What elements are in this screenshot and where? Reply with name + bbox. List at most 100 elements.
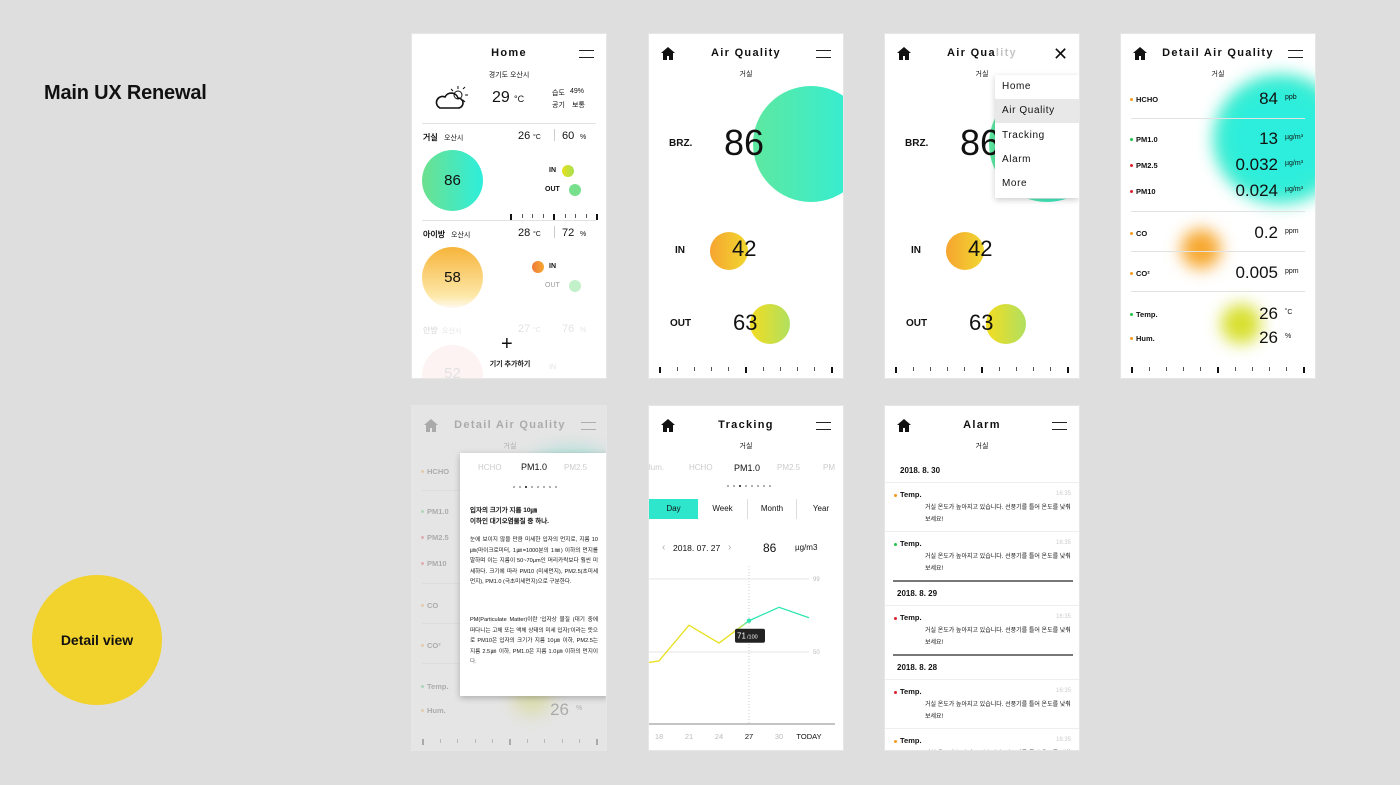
metric-tab[interactable]: PM1.0: [734, 463, 760, 473]
pager-dot[interactable]: [531, 486, 533, 488]
period-tab-week[interactable]: Week: [698, 499, 747, 519]
period-tab-day[interactable]: Day: [649, 499, 698, 519]
pager-dot[interactable]: [733, 485, 735, 487]
hamburger-menu-icon[interactable]: [1052, 422, 1067, 430]
detail-row-pm10[interactable]: PM1.0 13 µg/m³: [1121, 129, 1315, 149]
metric-tab[interactable]: HCHO: [689, 463, 713, 472]
tick-mark: [1286, 367, 1287, 371]
group-divider: [893, 654, 1073, 656]
hamburger-menu-icon[interactable]: [816, 422, 831, 430]
alarm-date: 2018. 8. 29: [897, 589, 938, 598]
popup-tab[interactable]: HCHO: [478, 463, 502, 472]
alarm-item[interactable]: Temp. 16:35 거실 온도가 높아지고 있습니다. 선풍기를 틀어 온도를 …: [885, 531, 1079, 580]
prev-date-icon[interactable]: ‹: [662, 542, 665, 553]
next-date-icon[interactable]: ›: [728, 542, 731, 553]
popup-tab[interactable]: PM2.5: [564, 463, 587, 472]
pager-dot[interactable]: [543, 486, 545, 488]
status-dot: [894, 617, 897, 620]
pager-dot[interactable]: [739, 485, 741, 487]
pager-dot[interactable]: [745, 485, 747, 487]
close-icon[interactable]: ✕: [1053, 45, 1068, 63]
alarm-list: 2018. 8. 30 Temp. 16:35 거실 온도가 높아지고 있습니다. 선…: [885, 458, 1079, 750]
out-label: OUT: [545, 186, 560, 193]
detail-row-co[interactable]: CO² 0.005 ppm: [1121, 263, 1315, 283]
pager-dot[interactable]: [763, 485, 765, 487]
alarm-item[interactable]: Temp. 16:35 거실 온도가 높아지고 있습니다. 선풍기를 틀어 온도를 …: [885, 605, 1079, 654]
divider: [1131, 118, 1305, 119]
metric-tab[interactable]: PM: [823, 463, 835, 472]
metric-tab[interactable]: Hum.: [649, 463, 664, 472]
popup-paragraph: PM(Particulate Matter)이란 '입자상 물질 (대기 중에 …: [470, 617, 598, 665]
timeline-ticks: [1131, 367, 1305, 373]
pager-dot[interactable]: [727, 485, 729, 487]
hamburger-menu-icon[interactable]: [1288, 50, 1303, 58]
tick-mark: [1067, 367, 1069, 373]
hamburger-menu-icon[interactable]: [816, 50, 831, 58]
tracking-screen: Tracking 거실 Hum. HCHO PM1.0 PM2.5 PM DayWeek…: [648, 405, 844, 751]
out-label: OUT: [545, 282, 560, 289]
in-label: IN: [911, 245, 921, 256]
alarm-item[interactable]: Temp. 16:35 거실 온도가 높아지고 있습니다. 선풍기를 틀어 온도를 …: [885, 482, 1079, 531]
tick-mark: [564, 214, 566, 218]
pager-dots[interactable]: [513, 486, 557, 488]
divider: [1131, 291, 1305, 292]
detail-row-pm10[interactable]: PM10 0.024 µg/m³: [1121, 181, 1315, 201]
row-unit: µg/m³: [1285, 186, 1304, 193]
detail-row-hum[interactable]: Hum. 26%: [1121, 328, 1315, 348]
alarm-date: 2018. 8. 30: [900, 466, 941, 475]
x-tick-label: 18: [655, 732, 663, 741]
pager-dot[interactable]: [769, 485, 771, 487]
info-popup: HCHO PM1.0 PM2.5 입자의 크기가 지름 10㎛ 이하인 대기오염물…: [460, 453, 606, 696]
period-tab-year[interactable]: Year: [796, 499, 843, 519]
menu-item-air-quality[interactable]: Air Quality: [995, 99, 1079, 124]
pager-dot[interactable]: [525, 486, 527, 488]
pager-dot[interactable]: [537, 486, 539, 488]
alarm-item[interactable]: Temp. 16:35 거실 온도가 높아지고 있습니다. 선풍기를 틀어 온도를 …: [885, 679, 1079, 728]
detail-row-co[interactable]: CO 0.2 ppm: [1121, 223, 1315, 243]
add-device-button[interactable]: + 기기 추가하기: [412, 334, 606, 374]
menu-item-tracking[interactable]: Tracking: [995, 124, 1079, 148]
status-dot: [894, 494, 897, 497]
menu-item-more[interactable]: More: [995, 172, 1079, 196]
temp-unit: °C: [533, 134, 541, 141]
pager-dot[interactable]: [519, 486, 521, 488]
pager-dot[interactable]: [513, 486, 515, 488]
group-divider: [893, 580, 1073, 582]
detail-screen: Detail Air Quality 거실 HCHO 84 ppb PM1.0 13 µg/m…: [1120, 33, 1316, 379]
metric-tab[interactable]: PM2.5: [777, 463, 800, 472]
pager-dot[interactable]: [757, 485, 759, 487]
row-label: CO²: [1136, 269, 1150, 278]
popup-paragraph: 눈에 보이지 않을 만큼 미세한 입자의 먼지로, 지름 10㎛(마이크로미터,…: [470, 537, 598, 585]
tick-mark: [532, 214, 533, 218]
menu-item-alarm[interactable]: Alarm: [995, 148, 1079, 172]
room-card-kids[interactable]: 아이방 오산시 28 °C 72 % 58 IN OUT: [412, 221, 606, 317]
detail-row-pm25[interactable]: PM2.5 0.032 µg/m³: [1121, 155, 1315, 175]
temp-unit: °C: [533, 231, 541, 238]
detail-row-hcho[interactable]: HCHO 84 ppb: [1121, 89, 1315, 109]
out-indicator: [569, 280, 581, 292]
divider: [554, 129, 555, 141]
pager-dots[interactable]: [727, 485, 771, 487]
alarm-label: Temp.: [900, 687, 922, 696]
hamburger-menu-icon[interactable]: [579, 50, 594, 58]
tick-mark: [964, 367, 965, 371]
tick-mark: [694, 367, 695, 371]
tooltip-total: /100: [747, 635, 758, 641]
brz-label: BRZ.: [669, 138, 693, 149]
pager-dot[interactable]: [751, 485, 753, 487]
period-tab-month[interactable]: Month: [747, 499, 796, 519]
pager-dot[interactable]: [555, 486, 557, 488]
popup-tab-active[interactable]: PM1.0: [521, 462, 547, 472]
alarm-label: Temp.: [900, 490, 922, 499]
menu-item-home[interactable]: Home: [995, 75, 1079, 99]
tick-mark: [521, 214, 523, 218]
detail-row-temp[interactable]: Temp. 26 ˚C: [1121, 304, 1315, 324]
room-card-living[interactable]: 거실 오산시 26 °C 60 % 86 IN OUT: [412, 124, 606, 220]
alarm-item[interactable]: Temp. 16:35 거실 온도가 높아지고 있습니다. 선풍기를 틀어 온도를 …: [885, 728, 1079, 750]
alarm-message: 거실 온도가 높아지고 있습니다. 선풍기를 틀어 온도를 낮춰 보세요!: [925, 505, 1071, 523]
tick-mark: [814, 367, 815, 371]
pager-dot[interactable]: [549, 486, 551, 488]
alarm-label: Temp.: [900, 613, 922, 622]
air-score-circle: 86: [422, 150, 483, 211]
value-unit: µg/m3: [795, 543, 818, 552]
